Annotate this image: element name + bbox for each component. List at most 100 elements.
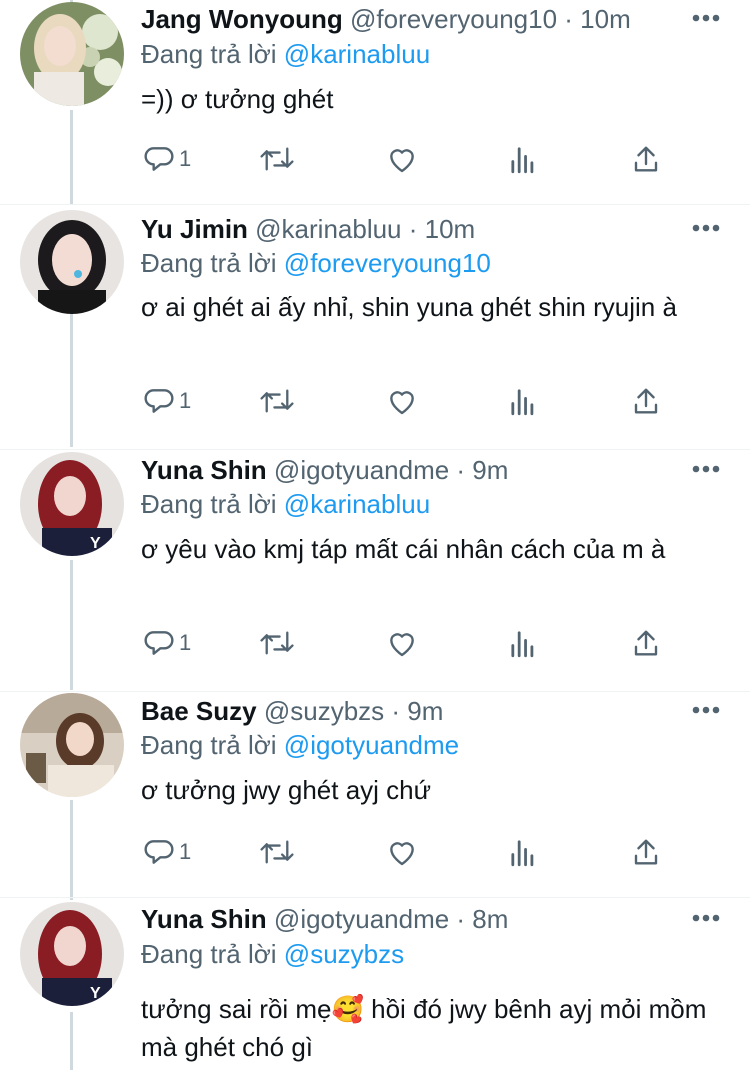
share-button[interactable] bbox=[631, 139, 661, 179]
replying-to: Đang trả lời @suzybzs bbox=[141, 937, 404, 971]
replying-to-handle[interactable]: @igotyuandme bbox=[284, 730, 459, 760]
heart-icon bbox=[390, 633, 414, 657]
reply-button[interactable]: 1 bbox=[143, 832, 191, 872]
tweet-header: Yuna Shin @igotyuandme · 8m bbox=[141, 902, 508, 936]
tweet-text: ơ ai ghét ai ấy nhỉ, shin yuna ghét shin… bbox=[141, 292, 677, 322]
share-button[interactable] bbox=[631, 832, 661, 872]
share-button[interactable] bbox=[631, 623, 661, 663]
divider bbox=[0, 204, 750, 205]
profile-photo-icon bbox=[20, 2, 124, 106]
replying-to: Đang trả lời @karinabluu bbox=[141, 37, 430, 71]
share-icon bbox=[634, 839, 658, 865]
retweet-button[interactable] bbox=[259, 139, 295, 179]
analytics-icon bbox=[511, 631, 534, 658]
tweet-text: ơ yêu vào kmj táp mất cái nhân cách của … bbox=[141, 534, 666, 564]
heart-icon bbox=[390, 842, 414, 866]
profile-photo-icon bbox=[20, 210, 124, 314]
replying-to-label: Đang trả lời bbox=[141, 248, 277, 278]
like-button[interactable] bbox=[385, 623, 419, 663]
tweet[interactable]: Y Yuna Shin @igotyuandme · 8m Đang trả l… bbox=[0, 900, 750, 1070]
replying-to: Đang trả lời @igotyuandme bbox=[141, 728, 459, 762]
reply-icon bbox=[144, 389, 174, 413]
analytics-icon bbox=[511, 147, 534, 174]
avatar[interactable]: Y bbox=[20, 902, 124, 1006]
more-options-icon[interactable] bbox=[692, 706, 720, 714]
more-options-icon[interactable] bbox=[692, 465, 720, 473]
display-name[interactable]: Bae Suzy bbox=[141, 696, 257, 726]
replying-to: Đang trả lời @karinabluu bbox=[141, 487, 430, 521]
display-name[interactable]: Yu Jimin bbox=[141, 214, 248, 244]
share-icon bbox=[634, 146, 658, 172]
reply-count: 1 bbox=[179, 630, 192, 655]
avatar[interactable] bbox=[20, 693, 124, 797]
action-bar: 1 bbox=[141, 623, 681, 663]
analytics-icon bbox=[511, 840, 534, 867]
heart-icon bbox=[390, 149, 414, 173]
display-name[interactable]: Yuna Shin bbox=[141, 455, 267, 485]
tweet-header: Jang Wonyoung @foreveryoung10 · 10m bbox=[141, 2, 631, 36]
replying-to-label: Đang trả lời bbox=[141, 489, 277, 519]
reply-count: 1 bbox=[179, 839, 192, 864]
replying-to-label: Đang trả lời bbox=[141, 39, 277, 69]
handle-time: @igotyuandme · 8m bbox=[273, 904, 509, 934]
analytics-button[interactable] bbox=[509, 381, 537, 421]
replying-to: Đang trả lời @foreveryoung10 bbox=[141, 246, 491, 280]
like-button[interactable] bbox=[385, 832, 419, 872]
action-bar: 1 bbox=[141, 381, 681, 421]
avatar[interactable] bbox=[20, 2, 124, 106]
share-button[interactable] bbox=[631, 381, 661, 421]
retweet-icon bbox=[260, 840, 294, 864]
tweet-header: Bae Suzy @suzybzs · 9m bbox=[141, 694, 443, 728]
tweet-text: ơ tưởng jwy ghét ayj chứ bbox=[141, 775, 432, 805]
avatar[interactable] bbox=[20, 210, 124, 314]
reply-count: 1 bbox=[179, 146, 192, 171]
action-bar: 1 bbox=[141, 832, 681, 872]
analytics-button[interactable] bbox=[509, 832, 537, 872]
analytics-button[interactable] bbox=[509, 623, 537, 663]
reply-count: 1 bbox=[179, 388, 192, 413]
profile-photo-icon: Y bbox=[20, 452, 124, 556]
profile-photo-icon bbox=[20, 693, 124, 797]
reply-icon bbox=[144, 840, 174, 864]
like-button[interactable] bbox=[385, 139, 419, 179]
share-icon bbox=[634, 388, 658, 414]
replying-to-handle[interactable]: @suzybzs bbox=[284, 939, 404, 969]
svg-text:Y: Y bbox=[90, 535, 101, 552]
more-options-icon[interactable] bbox=[692, 224, 720, 232]
reply-button[interactable]: 1 bbox=[143, 139, 191, 179]
tweet-header: Yu Jimin @karinabluu · 10m bbox=[141, 212, 475, 246]
replying-to-handle[interactable]: @karinabluu bbox=[284, 39, 430, 69]
tweet[interactable]: Yu Jimin @karinabluu · 10m Đang trả lời … bbox=[0, 210, 750, 450]
more-options-icon[interactable] bbox=[692, 914, 720, 922]
reply-icon bbox=[144, 147, 174, 171]
avatar[interactable]: Y bbox=[20, 452, 124, 556]
analytics-button[interactable] bbox=[509, 139, 537, 179]
handle-time: @igotyuandme · 9m bbox=[273, 455, 509, 485]
reply-button[interactable]: 1 bbox=[143, 623, 191, 663]
tweet[interactable]: Bae Suzy @suzybzs · 9m Đang trả lời @igo… bbox=[0, 693, 750, 898]
divider bbox=[0, 897, 750, 898]
analytics-icon bbox=[511, 389, 534, 416]
divider bbox=[0, 449, 750, 450]
like-button[interactable] bbox=[385, 381, 419, 421]
more-options-icon[interactable] bbox=[692, 14, 720, 22]
replying-to-handle[interactable]: @foreveryoung10 bbox=[284, 248, 491, 278]
display-name[interactable]: Yuna Shin bbox=[141, 904, 267, 934]
svg-text:Y: Y bbox=[90, 985, 101, 1002]
retweet-button[interactable] bbox=[259, 832, 295, 872]
retweet-button[interactable] bbox=[259, 381, 295, 421]
reply-icon bbox=[144, 631, 174, 655]
tweet[interactable]: Jang Wonyoung @foreveryoung10 · 10m Đang… bbox=[0, 0, 750, 205]
retweet-icon bbox=[260, 389, 294, 413]
replying-to-handle[interactable]: @karinabluu bbox=[284, 489, 430, 519]
share-icon bbox=[634, 630, 658, 656]
display-name[interactable]: Jang Wonyoung bbox=[141, 4, 343, 34]
profile-photo-icon: Y bbox=[20, 902, 124, 1006]
tweet[interactable]: Y Yuna Shin @igotyuandme · 9m Đang trả l… bbox=[0, 452, 750, 692]
replying-to-label: Đang trả lời bbox=[141, 730, 277, 760]
retweet-button[interactable] bbox=[259, 623, 295, 663]
tweet-text: =)) ơ tưởng ghét bbox=[141, 84, 334, 114]
reply-button[interactable]: 1 bbox=[143, 381, 191, 421]
handle-time: @karinabluu · 10m bbox=[255, 214, 476, 244]
divider bbox=[0, 691, 750, 692]
